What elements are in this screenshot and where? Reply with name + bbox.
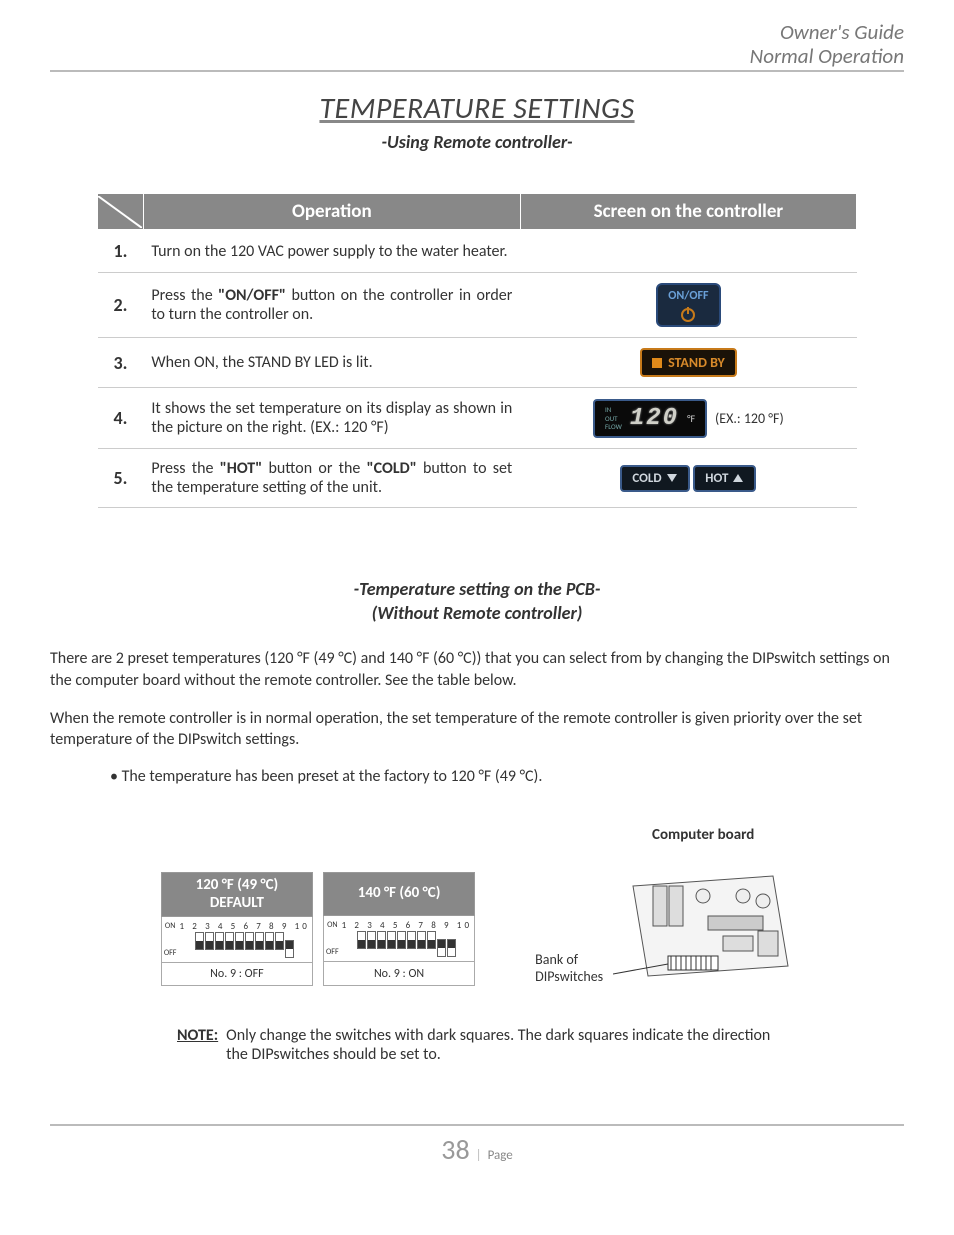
computer-board-icon bbox=[613, 846, 793, 986]
power-icon bbox=[679, 305, 697, 323]
pcb-paragraph-1: There are 2 preset temperatures (120 °F … bbox=[50, 648, 904, 691]
page-separator: | bbox=[476, 1148, 482, 1163]
dip-140-switches: ON OFF 1 2 3 4 5 6 7 8 9 10 bbox=[323, 915, 474, 962]
display-value: 120 bbox=[630, 405, 679, 432]
table-row: 4. It shows the set temperature on its d… bbox=[98, 388, 857, 449]
pcb-section-title: -Temperature setting on the PCB- bbox=[50, 578, 904, 600]
table-row: 2. Press the "ON/OFF" button on the cont… bbox=[98, 273, 857, 338]
dip-tables: 120 °F (49 °C) DEFAULT ON OFF 1 2 3 4 5 … bbox=[161, 872, 475, 986]
bank-label: Bank of DIPswitches bbox=[535, 952, 603, 986]
header-line-2: Normal Operation bbox=[50, 44, 904, 68]
dip-table-120: 120 °F (49 °C) DEFAULT ON OFF 1 2 3 4 5 … bbox=[161, 872, 313, 986]
section-subtitle: -Using Remote controller- bbox=[50, 131, 904, 153]
step-operation: Press the "ON/OFF" button on the control… bbox=[143, 273, 520, 338]
page-title: TEMPERATURE SETTINGS bbox=[50, 90, 904, 127]
step-screen: STAND BY bbox=[520, 338, 856, 388]
header-line-1: Owner's Guide bbox=[50, 20, 904, 44]
cold-button-graphic: COLD bbox=[620, 465, 689, 492]
step-operation: Turn on the 120 VAC power supply to the … bbox=[143, 230, 520, 273]
onoff-button-graphic: ON/OFF bbox=[656, 283, 720, 327]
operations-table: Operation Screen on the controller 1. Tu… bbox=[97, 193, 857, 508]
display-side-labels: IN OUT FLOW bbox=[605, 406, 622, 431]
col-operation-header: Operation bbox=[143, 194, 520, 230]
standby-led-icon bbox=[652, 358, 662, 368]
standby-indicator: STAND BY bbox=[640, 348, 737, 377]
step-screen: IN OUT FLOW 120 °F (EX.: 120 °F) bbox=[520, 388, 856, 449]
dip-120-caption: No. 9 : OFF bbox=[161, 962, 312, 985]
onoff-label: ON/OFF bbox=[668, 289, 708, 303]
dip-120-header: 120 °F (49 °C) DEFAULT bbox=[161, 873, 312, 917]
dip-table-140: 140 °F (60 °C) ON OFF 1 2 3 4 5 6 7 8 9 … bbox=[323, 872, 475, 986]
note-label: NOTE: bbox=[177, 1026, 218, 1064]
temperature-display: IN OUT FLOW 120 °F bbox=[593, 399, 707, 438]
cold-label: COLD bbox=[632, 471, 661, 486]
step-operation: Press the "HOT" button or the "COLD" but… bbox=[143, 449, 520, 508]
standby-label: STAND BY bbox=[668, 354, 725, 371]
step-number: 5. bbox=[98, 449, 144, 508]
table-row: 5. Press the "HOT" button or the "COLD" … bbox=[98, 449, 857, 508]
step-number: 4. bbox=[98, 388, 144, 449]
table-row: 3. When ON, the STAND BY LED is lit. STA… bbox=[98, 338, 857, 388]
dip-140-header: 140 °F (60 °C) bbox=[323, 873, 474, 916]
computer-board-figure: Computer board bbox=[613, 826, 793, 986]
table-corner-cell bbox=[98, 194, 144, 230]
dip-140-caption: No. 9 : ON bbox=[323, 962, 474, 985]
page-footer: 38 | Page bbox=[50, 1124, 904, 1167]
step-operation: When ON, the STAND BY LED is lit. bbox=[143, 338, 520, 388]
dip-switch-row: 120 °F (49 °C) DEFAULT ON OFF 1 2 3 4 5 … bbox=[50, 826, 904, 986]
col-screen-header: Screen on the controller bbox=[520, 194, 856, 230]
note-block: NOTE: Only change the switches with dark… bbox=[177, 1026, 777, 1064]
triangle-up-icon bbox=[732, 473, 744, 483]
pcb-section-subtitle: (Without Remote controller) bbox=[50, 602, 904, 624]
step-screen: ON/OFF bbox=[520, 273, 856, 338]
page-word: Page bbox=[488, 1148, 513, 1163]
note-text: Only change the switches with dark squar… bbox=[226, 1026, 777, 1064]
diagonal-corner-icon bbox=[98, 196, 142, 228]
step-number: 3. bbox=[98, 338, 144, 388]
page-number: 38 bbox=[441, 1132, 469, 1167]
step-number: 2. bbox=[98, 273, 144, 338]
display-unit: °F bbox=[687, 412, 695, 425]
pcb-bullet: The temperature has been preset at the f… bbox=[110, 767, 904, 786]
pcb-paragraph-2: When the remote controller is in normal … bbox=[50, 708, 904, 751]
hot-button-graphic: HOT bbox=[693, 465, 756, 492]
table-row: 1. Turn on the 120 VAC power supply to t… bbox=[98, 230, 857, 273]
page-header: Owner's Guide Normal Operation bbox=[50, 20, 904, 72]
hot-label: HOT bbox=[705, 471, 728, 486]
step-screen bbox=[520, 230, 856, 273]
step-screen: COLD HOT bbox=[520, 449, 856, 508]
triangle-down-icon bbox=[666, 473, 678, 483]
example-text: (EX.: 120 °F) bbox=[715, 410, 784, 427]
board-caption: Computer board bbox=[613, 826, 793, 844]
step-operation: It shows the set temperature on its disp… bbox=[143, 388, 520, 449]
step-number: 1. bbox=[98, 230, 144, 273]
dip-120-switches: ON OFF 1 2 3 4 5 6 7 8 9 10 bbox=[161, 916, 312, 962]
